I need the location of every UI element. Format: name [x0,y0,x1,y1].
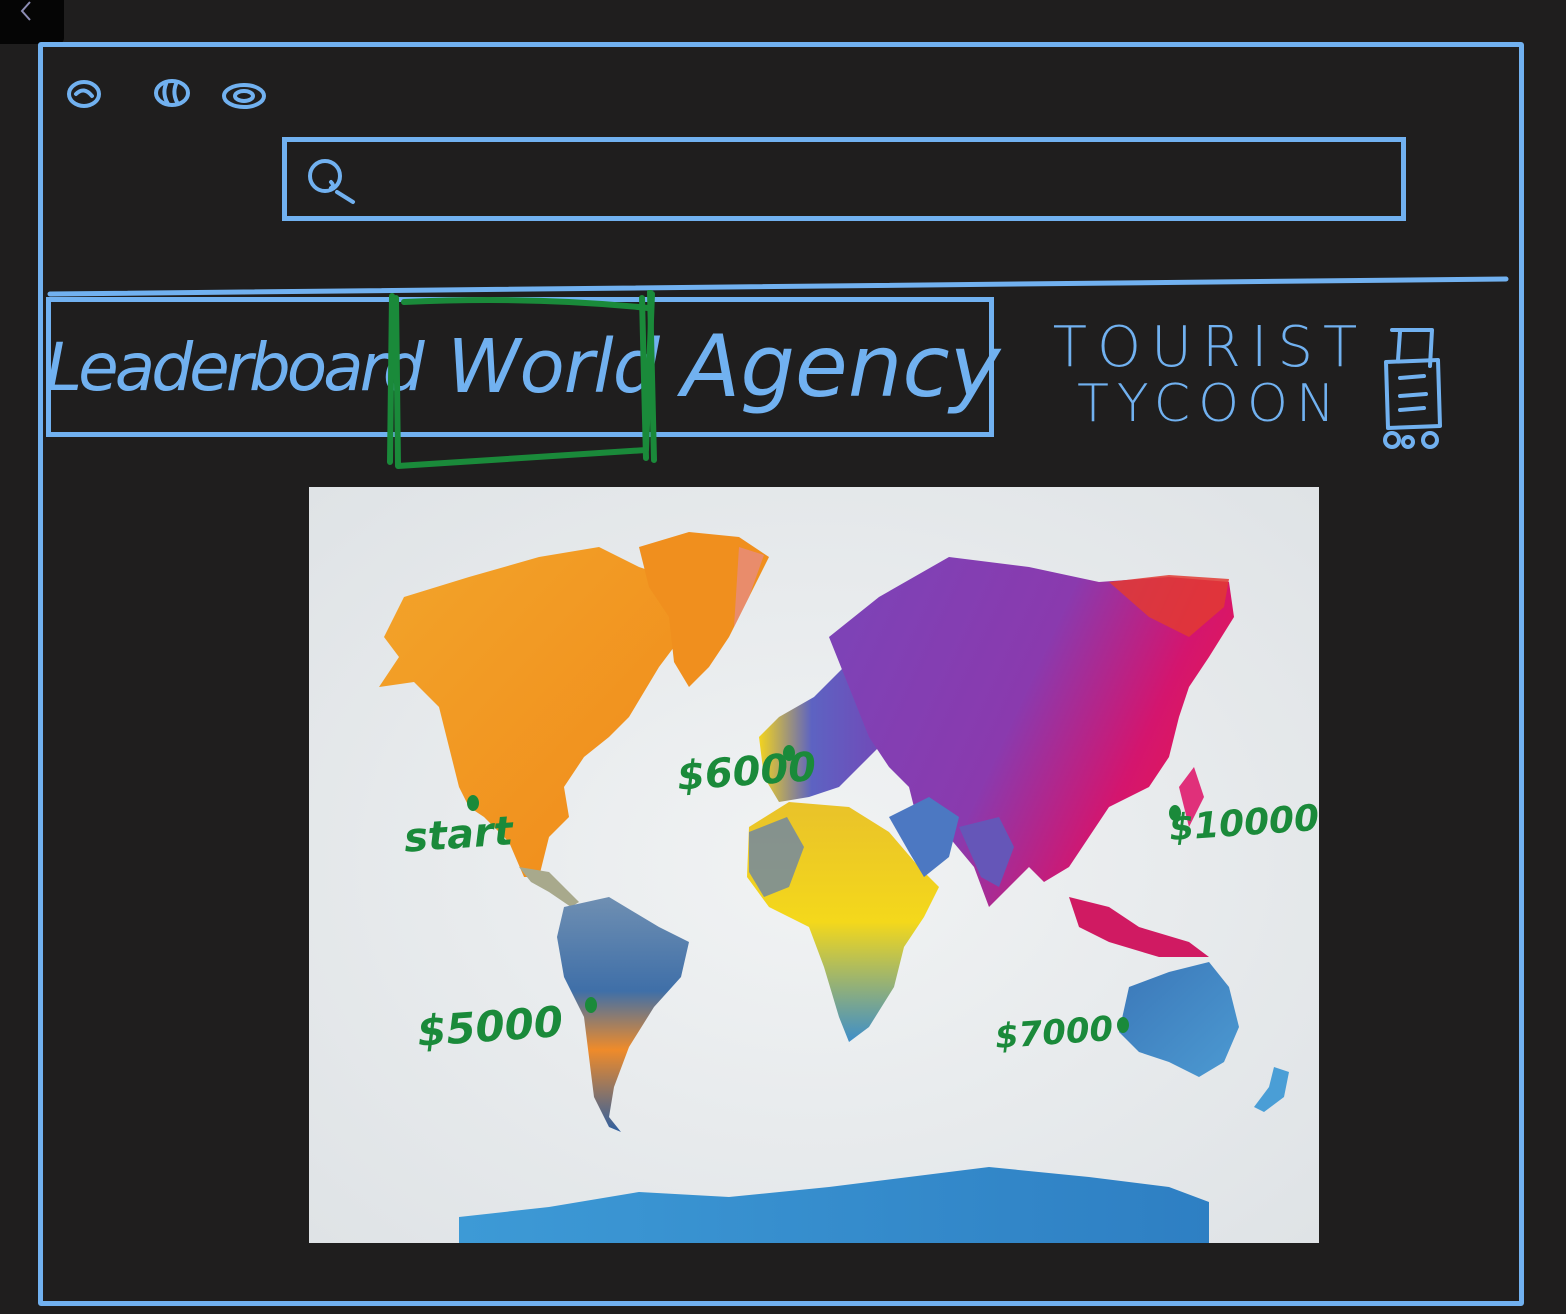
app-brand: TOURIST TYCOON [1040,320,1380,450]
brand-title-line2: TYCOON [1077,374,1343,434]
pin-label-europe: $6000 [675,744,818,800]
brand-title-line1: TOURIST [1052,315,1368,380]
map-pin-start[interactable] [467,795,479,811]
pin-label-australia: $7000 [993,1008,1115,1058]
tab-agency[interactable]: Agency [682,302,1001,432]
luggage-cart-icon [1383,328,1442,449]
map-pin-south-america[interactable] [585,997,597,1013]
pin-label-south-america: $5000 [415,996,565,1057]
tab-leaderboard[interactable]: Leaderboard [45,302,424,432]
header-divider [47,276,1509,297]
pin-label-start: start [402,808,515,862]
world-map[interactable]: start $6000 $10000 $5000 $7000 [309,487,1319,1243]
tab-bar: Leaderboard World Agency [45,297,1001,437]
map-pin-australia[interactable] [1117,1017,1129,1033]
tab-world[interactable]: World [413,302,693,432]
